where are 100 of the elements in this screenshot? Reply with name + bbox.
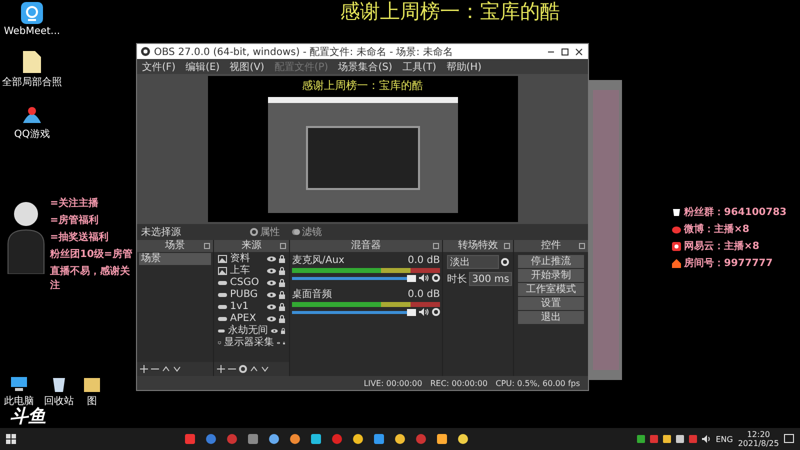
rec-status: REC: 00:00:00 [430,378,488,388]
speaker-icon[interactable] [419,274,429,282]
overlay-text: =房管福利 [50,213,100,227]
eye-icon[interactable] [270,328,278,334]
control-button[interactable]: 退出 [518,311,584,324]
source-item[interactable]: 资料 [216,253,287,265]
music-app-icon [672,242,681,250]
lock-icon[interactable] [279,315,285,323]
source-item[interactable]: 上车 [216,265,287,277]
desktop-icon-label: 图 [87,395,97,408]
recycle-bin-icon[interactable] [52,376,66,392]
down-icon[interactable] [173,365,181,373]
add-icon[interactable] [217,365,225,373]
add-icon[interactable] [140,365,148,373]
webcam-app-icon[interactable] [21,2,43,24]
source-item[interactable]: 1v1 [216,301,287,313]
lock-icon[interactable] [279,255,285,263]
source-item[interactable]: 永劫无间 [216,325,287,337]
float-icon[interactable] [280,243,286,249]
window-title: OBS 27.0.0 (64-bit, windows) - 配置文件: 未命名 - 场景: 未命名 [154,46,453,58]
menu-item[interactable]: 视图(V) [230,60,264,74]
volume-icon[interactable] [702,435,711,443]
volume-slider[interactable] [292,308,416,316]
app-circle-icon[interactable] [268,433,280,445]
overlay-text: 粉丝群：964100783 [684,206,787,219]
up-icon[interactable] [162,365,170,373]
volume-slider[interactable] [292,274,416,282]
control-button[interactable]: 工作室模式 [518,283,584,296]
channel-reading: 0.0 dB [408,288,440,300]
app-circle-icon[interactable] [394,433,406,445]
overlay-text: 直播不易，感谢关注 [50,264,131,292]
source-name: APEX [230,313,258,324]
cup-icon [672,208,681,216]
app-logo-icon [141,47,150,56]
source-name: 上车 [230,265,251,277]
eye-icon[interactable] [267,256,276,262]
lock-icon[interactable] [279,267,285,275]
up-icon[interactable] [250,365,258,373]
lock-icon[interactable] [279,291,285,299]
desktop-icon-label: WebMeet... [4,26,60,37]
control-button[interactable]: 开始录制 [518,269,584,282]
lock-icon[interactable] [279,279,285,287]
notification-icon[interactable] [784,434,794,444]
float-icon[interactable] [433,243,439,249]
close-icon[interactable] [574,46,584,56]
filters-button[interactable]: 滤镜 [289,225,325,239]
app-square-icon[interactable] [372,433,385,445]
transition-select[interactable]: 淡出 [447,255,499,269]
scene-item[interactable]: 场景 [139,253,211,265]
start-icon[interactable] [6,434,16,444]
app-square-icon[interactable] [310,433,322,445]
document-icon[interactable] [23,51,41,73]
down-icon[interactable] [261,365,269,373]
dock-title: 转场特效 [458,240,498,252]
menu-item[interactable]: 帮助(H) [446,60,482,74]
source-item[interactable]: 显示器采集 [216,337,287,349]
eye-icon[interactable] [267,292,276,298]
app-circle-icon[interactable] [456,433,469,445]
monitor-icon [218,339,221,347]
menu-item[interactable]: 场景集合(S) [338,60,392,74]
properties-button[interactable]: 属性 [247,225,283,239]
app-square-icon[interactable] [246,433,259,445]
control-button[interactable]: 停止推流 [518,255,584,268]
overlay-text: 微博：主播×8 [684,222,750,236]
app-square-icon[interactable] [436,433,448,445]
eye-icon[interactable] [267,280,276,286]
eye-icon[interactable] [267,304,276,310]
menu-item[interactable]: 文件(F) [142,60,176,74]
speaker-icon[interactable] [419,308,429,316]
source-name: 1v1 [230,301,250,313]
dock-title: 混音器 [351,240,381,252]
float-icon[interactable] [504,243,510,249]
desktop-icon-label: 全部局部合照 [2,76,62,89]
float-icon[interactable] [579,243,585,249]
menu-item[interactable]: 工具(T) [402,60,436,74]
eye-icon[interactable] [267,316,276,322]
computer-icon[interactable] [10,376,28,392]
menu-item[interactable]: 编辑(E) [186,60,220,74]
source-item[interactable]: PUBG [216,289,287,301]
eye-icon[interactable] [267,268,276,274]
image-icon [218,267,227,275]
control-button[interactable]: 设置 [518,297,584,310]
overlay-text: =抽奖送福利 [50,230,110,244]
app-circle-icon[interactable] [288,433,301,445]
lock-icon[interactable] [280,327,285,335]
live-status: LIVE: 00:00:00 [364,378,422,388]
language-indicator[interactable]: ENG [716,434,733,444]
duration-field[interactable]: 300 ms [469,272,512,286]
source-name: 资料 [230,253,251,264]
cpu-status: CPU: 0.5%, 60.00 fps [496,378,580,388]
maximize-icon[interactable] [560,46,570,56]
house-icon [672,258,681,268]
source-item[interactable]: CSGO [216,277,287,289]
folder-icon[interactable] [84,376,100,392]
source-item[interactable]: APEX [216,313,287,325]
no-source-label: 未选择源 [141,226,182,239]
app-square-icon[interactable] [184,433,196,445]
app-circle-icon[interactable] [352,433,364,445]
lock-icon[interactable] [279,303,285,311]
float-icon[interactable] [204,243,210,249]
